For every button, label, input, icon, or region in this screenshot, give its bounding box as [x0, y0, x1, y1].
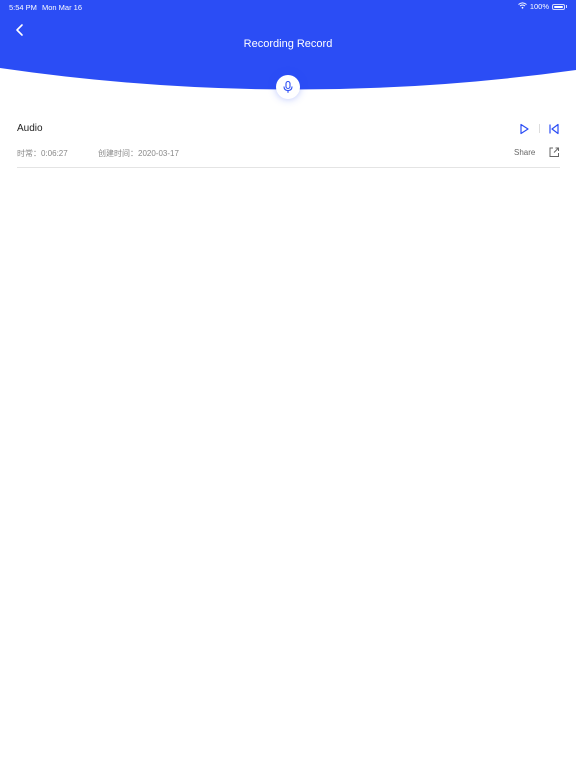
- share-button[interactable]: Share: [514, 148, 535, 157]
- status-date: Mon Mar 16: [42, 3, 83, 12]
- record-duration: 时常：0:06:27: [17, 149, 68, 158]
- back-button[interactable]: [10, 20, 30, 40]
- chevron-left-icon: [16, 24, 23, 36]
- status-bar: 5:54 PM Mon Mar 16 100%: [0, 0, 576, 14]
- microphone-icon: [283, 80, 293, 93]
- controls-divider: [539, 124, 540, 133]
- rewind-icon: [549, 123, 559, 135]
- battery-tip: [566, 5, 567, 8]
- record-name: Audio: [17, 123, 43, 134]
- status-right: 100%: [517, 2, 567, 11]
- battery-percent: 100%: [529, 2, 549, 11]
- record-list-item[interactable]: Audio 时常：0:06:27 创建时间：2020-03-17 Share: [17, 116, 560, 168]
- status-time: 5:54 PM: [9, 3, 37, 12]
- recording-record-screen: 5:54 PM Mon Mar 16 100% Recording Record…: [0, 0, 576, 768]
- record-mic-button[interactable]: [276, 75, 300, 99]
- play-button[interactable]: [518, 122, 530, 135]
- battery-icon: [552, 3, 565, 10]
- wifi-icon: [517, 2, 527, 11]
- share-icon[interactable]: [548, 146, 560, 158]
- page-title: Recording Record: [243, 38, 333, 50]
- record-created-date: 创建时间：2020-03-17: [98, 149, 179, 158]
- play-icon: [520, 123, 529, 135]
- battery-fill: [554, 5, 563, 8]
- rewind-button[interactable]: [548, 122, 560, 135]
